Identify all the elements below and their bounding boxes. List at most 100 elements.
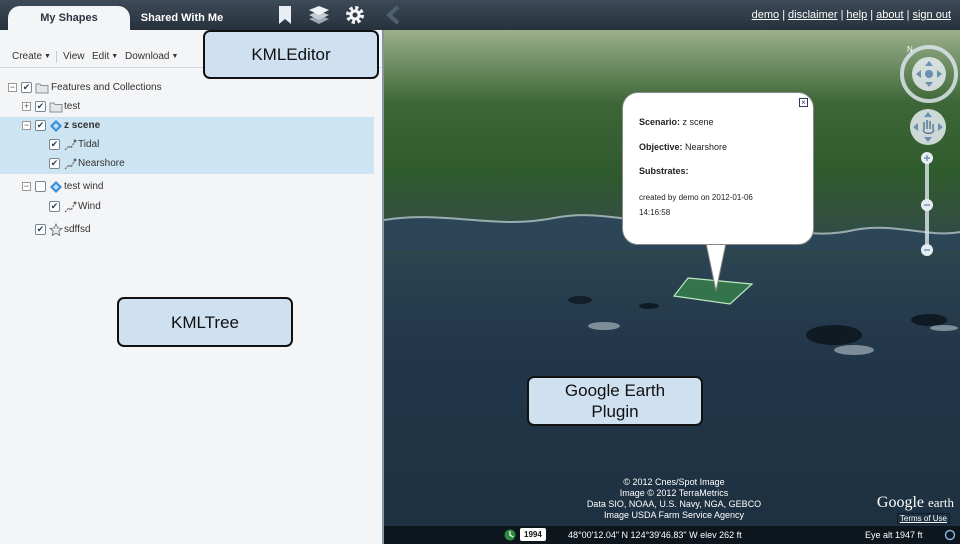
caret-down-icon: ▼ [44,53,51,60]
link-sign-out[interactable]: sign out [912,9,951,21]
tree-item-label: Features and Collections [51,82,162,93]
scenario-value: z scene [682,117,714,127]
scenario-label: Scenario: [639,117,681,127]
credit-line: © 2012 Cnes/Spot Image [623,477,725,487]
move-pan-control[interactable] [907,106,949,148]
gear-icon[interactable] [343,3,367,27]
top-links: demo | disclaimer | help | about | sign out [752,9,951,21]
objective-icon [64,158,77,170]
tree-item-label: Wind [78,201,101,212]
annotation-line: Plugin [591,402,639,421]
eye-altitude-readout: Eye alt 1947 ft [865,530,923,540]
scenario-icon [50,181,62,193]
objective-line: Objective: Nearshore [639,142,727,152]
visibility-checkbox[interactable]: ✔ [35,101,46,112]
link-help[interactable]: help [846,9,867,21]
coordinates-readout: 48°00'12.04" N 124°39'46.83" W elev 262 … [568,530,742,540]
terms-of-use-link[interactable]: Terms of Use [896,513,950,524]
link-demo[interactable]: demo [752,9,780,21]
imagery-credits: © 2012 Cnes/Spot Image Image © 2012 Terr… [564,477,784,521]
tree-item-z-scene[interactable]: − ✔ z scene [0,117,374,136]
tree-item-label: z scene [64,120,101,131]
link-separator: | [840,9,844,21]
scenario-icon [50,120,62,132]
tab-my-shapes[interactable]: My Shapes [8,6,130,30]
objective-label: Objective: [639,142,683,152]
objective-icon [64,201,77,213]
collapse-chevron-icon[interactable] [381,3,405,27]
scenario-line: Scenario: z scene [639,117,714,127]
edit-menu[interactable]: Edit ▼ [92,51,118,62]
visibility-checkbox[interactable]: ✔ [49,158,60,169]
visibility-checkbox[interactable]: ✔ [49,201,60,212]
visibility-checkbox[interactable] [35,181,46,192]
tree-item-label: Nearshore [78,158,125,169]
annotation-kmltree: KMLTree [117,297,293,347]
visibility-checkbox[interactable]: ✔ [49,139,60,150]
link-separator: | [870,9,874,21]
link-disclaimer[interactable]: disclaimer [788,9,838,21]
popup-tail [706,243,726,292]
status-bar: 1994 48°00'12.04" N 124°39'46.83" W elev… [384,526,960,544]
tree-item-label: test wind [64,181,104,192]
tree-item-test[interactable]: + ✔ test [0,98,382,117]
create-label: Create [12,51,43,62]
expand-toggle-icon[interactable]: + [22,102,31,111]
historical-imagery-icon[interactable] [504,529,516,541]
tree-item-tidal[interactable]: ✔ Tidal [0,136,374,155]
left-pane: Create ▼ View Edit ▼ Download ▼ − ✔ Feature… [0,30,382,544]
look-around-control[interactable]: N [899,44,959,104]
bookmark-icon[interactable] [273,3,297,27]
substrates-line: Substrates: [639,166,689,176]
tree-item-label: Tidal [78,139,100,150]
toolbar-divider [56,51,57,63]
tab-shared-with-me[interactable]: Shared With Me [130,6,234,30]
created-by-line: created by demo on 2012-01-06 [639,193,753,202]
substrates-label: Substrates: [639,166,689,176]
layers-icon[interactable] [307,3,331,27]
tree-item-nearshore[interactable]: ✔ Nearshore [0,155,374,174]
objective-icon [64,139,77,151]
tree-item-test-wind[interactable]: − test wind [0,178,382,197]
tree-item-wind[interactable]: ✔ Wind [0,198,382,217]
tree-item-label: test [64,101,81,112]
credit-line: Data SIO, NOAA, U.S. Navy, NGA, GEBCO [586,499,762,509]
tree-item-sdffsd[interactable]: ✔ sdffsd [0,221,382,240]
feature-balloon: × Scenario: z scene Objective: Nearshore… [622,92,814,245]
star-shape-icon [49,223,63,237]
tree-item-label: sdffsd [64,224,91,235]
caret-down-icon: ▼ [171,53,179,60]
google-earth-view[interactable]: × Scenario: z scene Objective: Nearshore… [384,30,960,544]
download-label: Download [125,51,170,62]
zoom-track [921,152,933,256]
link-separator: | [782,9,786,21]
annotation-line: Google Earth [564,381,666,400]
link-separator: | [906,9,910,21]
annotation-kmleditor: KMLEditor [203,30,379,79]
google-earth-logo: Google earth [877,494,954,512]
credit-line: Image USDA Farm Service Agency [603,510,745,520]
visibility-checkbox[interactable]: ✔ [35,224,46,235]
tree-item-features-and-collections[interactable]: − ✔ Features and Collections [0,79,382,98]
close-icon[interactable]: × [799,98,808,107]
credit-line: Image © 2012 TerraMetrics [619,488,729,498]
top-bar: My Shapes Shared With Me demo | disclaimer… [0,0,960,30]
collapse-toggle-icon[interactable]: − [22,121,31,130]
loading-indicator-icon [944,529,956,541]
collapse-toggle-icon[interactable]: − [22,182,31,191]
link-about[interactable]: about [876,9,904,21]
view-button[interactable]: View [63,51,85,62]
visibility-checkbox[interactable]: ✔ [35,120,46,131]
svg-text:N: N [907,45,913,54]
created-time-line: 14:16:58 [639,208,671,217]
objective-value: Nearshore [685,142,728,152]
zoom-slider[interactable] [920,150,934,260]
annotation-google-earth-plugin: Google Earth Plugin [527,376,703,426]
create-menu[interactable]: Create ▼ [12,51,51,62]
download-menu[interactable]: Download ▼ [125,51,178,62]
caret-down-icon: ▼ [111,53,119,60]
folder-icon [49,102,63,113]
logo-google: Google [876,494,925,511]
collapse-toggle-icon[interactable]: − [8,83,17,92]
visibility-checkbox[interactable]: ✔ [21,82,32,93]
